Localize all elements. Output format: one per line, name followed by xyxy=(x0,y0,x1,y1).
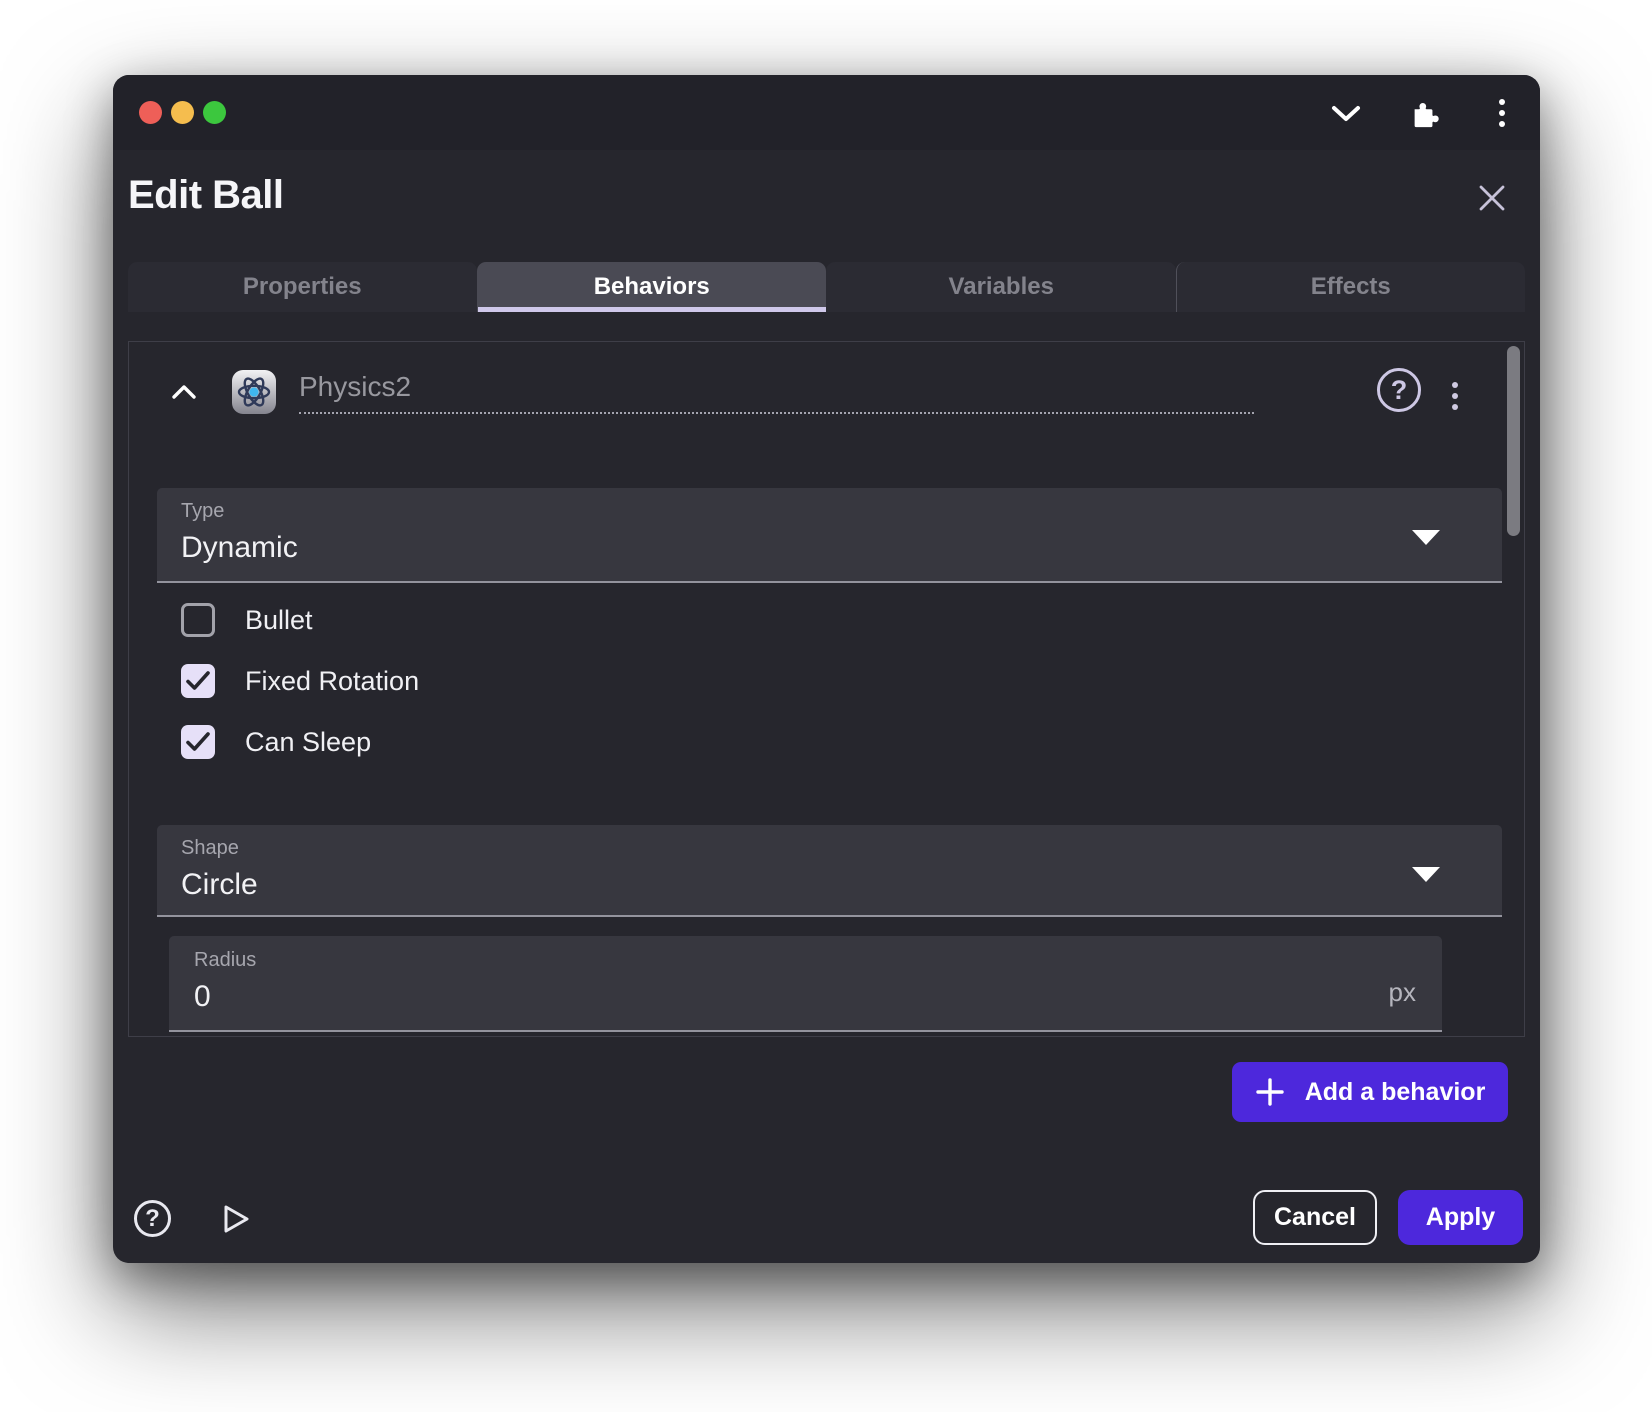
chevron-down-icon[interactable] xyxy=(1331,98,1361,128)
tab-label: Variables xyxy=(949,273,1054,301)
tab-label: Effects xyxy=(1311,273,1391,301)
close-icon[interactable] xyxy=(1474,180,1510,216)
radius-label: Radius xyxy=(194,949,1442,972)
tab-variables[interactable]: Variables xyxy=(826,262,1176,312)
plus-icon xyxy=(1255,1077,1285,1107)
tab-properties[interactable]: Properties xyxy=(128,262,477,312)
behavior-name-field[interactable]: Physics2 xyxy=(299,371,1254,414)
help-circle-icon[interactable]: ? xyxy=(1377,368,1421,412)
kebab-menu-icon[interactable] xyxy=(1487,98,1517,128)
apply-button[interactable]: Apply xyxy=(1398,1190,1523,1245)
atom-icon xyxy=(231,369,277,415)
checkbox-box xyxy=(181,603,215,637)
traffic-light-close[interactable] xyxy=(139,101,162,124)
radius-value: 0 xyxy=(194,980,1442,1014)
caret-down-icon xyxy=(1412,530,1440,545)
titlebar-actions xyxy=(1331,75,1517,150)
traffic-light-maximize[interactable] xyxy=(203,101,226,124)
cancel-button[interactable]: Cancel xyxy=(1253,1190,1377,1245)
checkbox-box xyxy=(181,664,215,698)
checkbox-fixed-rotation[interactable]: Fixed Rotation xyxy=(181,664,419,698)
tab-label: Behaviors xyxy=(594,273,710,301)
tab-bar: Properties Behaviors Variables Effects xyxy=(128,262,1525,312)
tab-label: Properties xyxy=(243,273,362,301)
checkbox-label: Fixed Rotation xyxy=(245,666,419,697)
page-title: Edit Ball xyxy=(128,173,284,217)
behavior-header: Physics2 ? xyxy=(171,364,1374,420)
radius-input[interactable]: Radius 0 px xyxy=(169,936,1442,1032)
shape-select-label: Shape xyxy=(181,837,1502,860)
behavior-kebab-menu-icon[interactable] xyxy=(1452,377,1458,415)
checkbox-can-sleep[interactable]: Can Sleep xyxy=(181,725,419,759)
radius-unit: px xyxy=(1389,977,1416,1008)
puzzle-icon[interactable] xyxy=(1409,98,1439,128)
checkbox-group: Bullet Fixed Rotation Can Sleep xyxy=(181,603,419,786)
tab-effects[interactable]: Effects xyxy=(1176,262,1526,312)
shape-select-value: Circle xyxy=(181,868,1502,902)
help-circle-icon[interactable]: ? xyxy=(134,1200,171,1237)
edit-ball-dialog: Edit Ball Properties Behaviors Variables… xyxy=(113,75,1540,1263)
add-behavior-button[interactable]: Add a behavior xyxy=(1232,1062,1508,1122)
behaviors-panel: Physics2 ? Type Dynamic Bullet Fixed Rot… xyxy=(128,341,1525,1037)
type-select-label: Type xyxy=(181,500,1502,523)
checkbox-label: Bullet xyxy=(245,605,313,636)
play-icon[interactable] xyxy=(217,1200,254,1237)
type-select-value: Dynamic xyxy=(181,531,1502,565)
traffic-light-minimize[interactable] xyxy=(171,101,194,124)
checkbox-bullet[interactable]: Bullet xyxy=(181,603,419,637)
shape-select[interactable]: Shape Circle xyxy=(157,825,1502,917)
checkbox-box xyxy=(181,725,215,759)
collapse-chevron-up-icon[interactable] xyxy=(171,379,197,405)
traffic-lights xyxy=(139,101,226,124)
checkbox-label: Can Sleep xyxy=(245,727,371,758)
window-titlebar xyxy=(113,75,1540,150)
scrollbar-thumb[interactable] xyxy=(1507,346,1520,536)
add-behavior-label: Add a behavior xyxy=(1305,1078,1486,1107)
caret-down-icon xyxy=(1412,867,1440,882)
type-select[interactable]: Type Dynamic xyxy=(157,488,1502,583)
tab-behaviors[interactable]: Behaviors xyxy=(477,262,827,312)
